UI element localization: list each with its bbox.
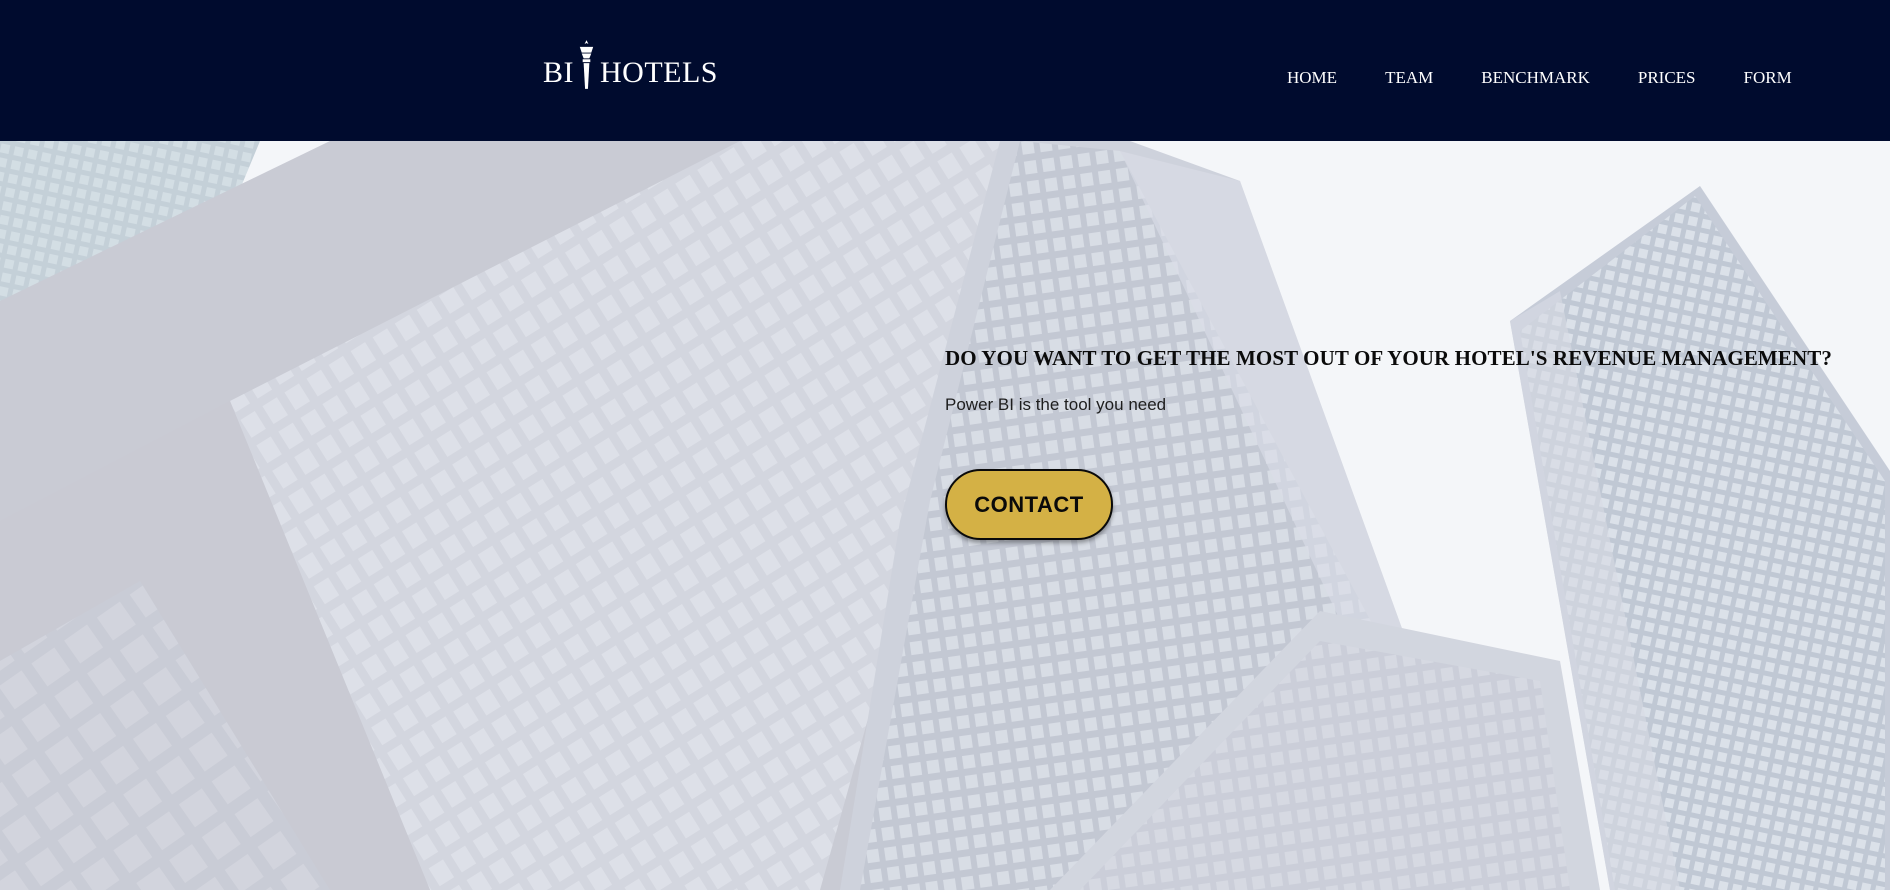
hero-content: DO YOU WANT TO GET THE MOST OUT OF YOUR … [945,346,1845,540]
torch-icon [579,40,594,89]
logo-text-hotels: HOTELS [600,56,718,89]
site-header: BI HOTELS HOME TEAM BENCHMARK PRICES FOR… [0,0,1890,141]
main-nav: HOME TEAM BENCHMARK PRICES FORM [1287,68,1792,88]
nav-benchmark[interactable]: BENCHMARK [1481,68,1590,88]
nav-team[interactable]: TEAM [1385,68,1433,88]
logo[interactable]: BI HOTELS [543,36,718,92]
logo-text-bi: BI [543,56,574,89]
nav-prices[interactable]: PRICES [1638,68,1696,88]
nav-home[interactable]: HOME [1287,68,1337,88]
hero-subtitle: Power BI is the tool you need [945,395,1167,414]
contact-button[interactable]: CONTACT [945,469,1113,540]
nav-form[interactable]: FORM [1744,68,1792,88]
hero-title: DO YOU WANT TO GET THE MOST OUT OF YOUR … [945,346,1832,370]
hero-section: DO YOU WANT TO GET THE MOST OUT OF YOUR … [0,141,1890,890]
